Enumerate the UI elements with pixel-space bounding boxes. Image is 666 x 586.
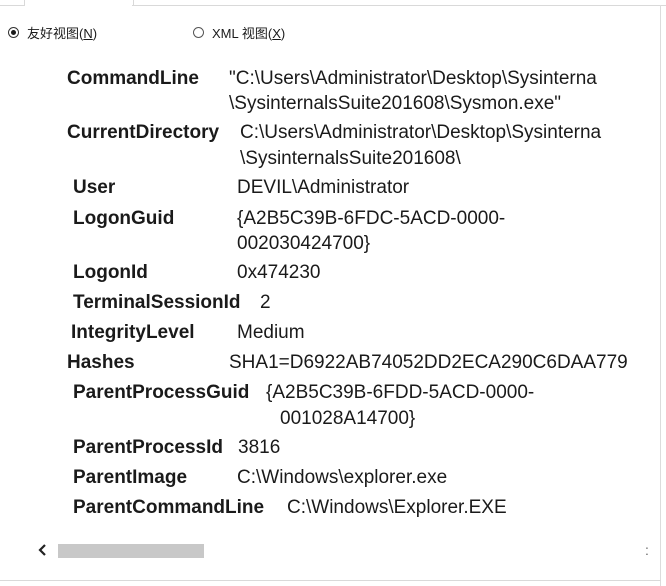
- friendly-view-radio[interactable]: 友好视图(N): [8, 22, 97, 42]
- xml-view-radio[interactable]: XML 视图(X): [193, 22, 285, 42]
- event-details-view[interactable]: CommandLine "C:\Users\Administrator\Desk…: [18, 58, 654, 534]
- scrollbar-thumb[interactable]: [58, 544, 204, 558]
- detail-value: Medium: [237, 322, 305, 343]
- event-properties-panel: 友好视图(N) XML 视图(X) CommandLine "C:\Users\…: [0, 0, 666, 586]
- detail-value: C:\Users\Administrator\Desktop\Sysintern…: [240, 122, 602, 143]
- detail-value: SHA1=D6922AB74052DD2ECA290C6DAA779: [229, 352, 628, 373]
- detail-key: CommandLine: [67, 68, 199, 89]
- scroll-right-arrow-icon[interactable]: :: [645, 542, 649, 558]
- detail-key: ParentProcessId: [73, 437, 223, 458]
- detail-key: ParentProcessGuid: [73, 382, 250, 403]
- detail-key: LogonGuid: [73, 208, 175, 229]
- scroll-left-arrow-icon[interactable]: [36, 543, 50, 557]
- detail-value: \SysinternalsSuite201608\Sysmon.exe": [229, 93, 562, 114]
- detail-key: Hashes: [67, 352, 135, 373]
- panel-bottom-border: [0, 580, 661, 581]
- detail-key: IntegrityLevel: [71, 322, 195, 343]
- detail-key: User: [73, 177, 116, 198]
- detail-key: TerminalSessionId: [73, 292, 241, 313]
- radio-unselected-icon: [193, 26, 204, 38]
- detail-value: {A2B5C39B-6FDC-5ACD-0000-: [237, 208, 506, 229]
- detail-value: DEVIL\Administrator: [237, 177, 410, 198]
- xml-view-label: XML 视图(X): [212, 25, 286, 41]
- panel-right-border: [660, 5, 661, 586]
- horizontal-scrollbar[interactable]: :: [18, 540, 658, 562]
- detail-value: \SysinternalsSuite201608\: [240, 148, 461, 169]
- detail-key: LogonId: [73, 262, 148, 283]
- detail-key: CurrentDirectory: [67, 122, 220, 143]
- detail-value: C:\Windows\explorer.exe: [237, 467, 448, 488]
- detail-value: "C:\Users\Administrator\Desktop\Sysinter…: [229, 68, 597, 89]
- detail-key: ParentCommandLine: [73, 497, 265, 518]
- detail-value: 0x474230: [237, 262, 321, 283]
- detail-key: ParentImage: [73, 467, 188, 488]
- panel-border: [0, 5, 666, 6]
- detail-value: 2: [260, 292, 271, 313]
- radio-selected-icon: [8, 26, 19, 38]
- detail-value: 001028A14700}: [280, 408, 416, 429]
- detail-value: 002030424700}: [237, 233, 371, 254]
- friendly-view-label: 友好视图(N): [27, 25, 98, 41]
- detail-value: {A2B5C39B-6FDD-5ACD-0000-: [266, 382, 535, 403]
- detail-value: C:\Windows\Explorer.EXE: [287, 497, 507, 518]
- detail-value: 3816: [238, 437, 281, 458]
